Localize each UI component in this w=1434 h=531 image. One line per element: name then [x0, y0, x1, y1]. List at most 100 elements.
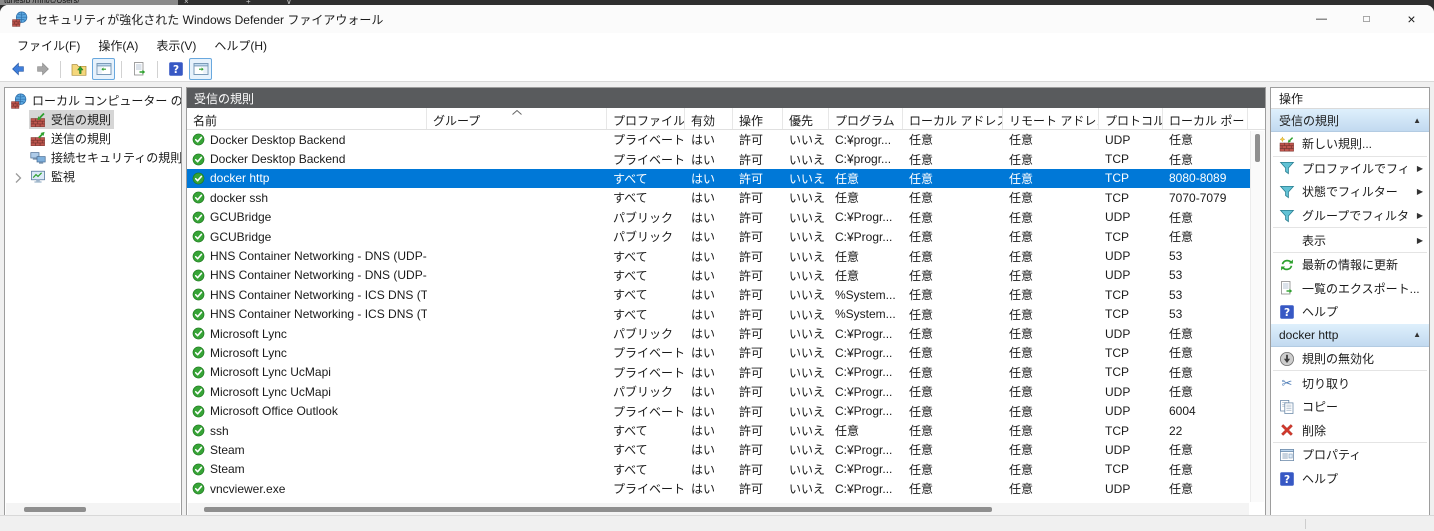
action-item-label: プロパティ — [1302, 446, 1361, 463]
close-button[interactable]: × — [1389, 5, 1434, 33]
action-item-0-2[interactable]: 状態でフィルター▶ — [1271, 180, 1429, 204]
action-item-1-0[interactable]: 規則の無効化 — [1271, 347, 1429, 371]
column-header-9[interactable]: プロトコル — [1099, 108, 1163, 129]
rule-row[interactable]: HNS Container Networking - ICS DNS (TC..… — [187, 305, 1250, 324]
column-header-5[interactable]: 優先 — [783, 108, 829, 129]
toolbar-up-level-button[interactable] — [67, 58, 90, 80]
rule-row[interactable]: docker httpすべてはい許可いいえ任意任意任意TCP8080-8089 — [187, 169, 1250, 188]
rule-cell: TCP — [1099, 152, 1163, 166]
rule-cell: はい — [685, 403, 733, 420]
disable-rule-icon — [1279, 351, 1295, 367]
column-header-3[interactable]: 有効 — [685, 108, 733, 129]
menu-item-3[interactable]: ヘルプ(H) — [205, 34, 276, 57]
rule-cell: 許可 — [733, 364, 783, 381]
column-header-10[interactable]: ローカル ポート — [1163, 108, 1248, 129]
cell-text: はい — [691, 288, 715, 302]
collapse-icon[interactable]: ▲ — [1413, 116, 1421, 125]
rule-enabled-icon — [192, 405, 205, 418]
rule-row[interactable]: Docker Desktop Backendプライベート,...はい許可いいえC… — [187, 130, 1250, 149]
list-vertical-scrollbar[interactable] — [1250, 131, 1264, 502]
rule-cell: 任意 — [1003, 461, 1099, 478]
cell-text: 任意 — [1009, 463, 1033, 477]
toolbar-back-button[interactable] — [6, 58, 29, 80]
rule-row[interactable]: Microsoft Lync UcMapiプライベート,...はい許可いいえC:… — [187, 363, 1250, 382]
action-item-1-1[interactable]: ✂切り取り — [1271, 371, 1429, 395]
rule-cell: はい — [685, 248, 733, 265]
toolbar-forward-button[interactable] — [31, 58, 54, 80]
rule-row[interactable]: Steamすべてはい許可いいえC:¥Progr...任意任意UDP任意 — [187, 440, 1250, 459]
list-horizontal-scrollbar-thumb[interactable] — [204, 507, 992, 512]
cell-text: 任意 — [1009, 230, 1033, 244]
action-item-0-3[interactable]: グループでフィルター▶ — [1271, 204, 1429, 228]
rule-row[interactable]: Docker Desktop Backendプライベート,...はい許可いいえC… — [187, 149, 1250, 168]
cell-text: いいえ — [789, 269, 825, 283]
collapse-icon[interactable]: ▲ — [1413, 330, 1421, 339]
sidebar-item-inbound-rules[interactable]: 受信の規則 — [5, 110, 181, 129]
action-item-0-7[interactable]: ?ヘルプ — [1271, 300, 1429, 324]
rule-row[interactable]: docker sshすべてはい許可いいえ任意任意任意TCP7070-7079 — [187, 188, 1250, 207]
column-header-0[interactable]: 名前 — [187, 108, 427, 129]
cell-text: 任意 — [1009, 211, 1033, 225]
rule-row[interactable]: Microsoft Lyncパブリックはい許可いいえC:¥Progr...任意任… — [187, 324, 1250, 343]
rule-enabled-icon — [192, 346, 205, 359]
rule-row[interactable]: GCUBridgeパブリックはい許可いいえC:¥Progr...任意任意TCP任… — [187, 227, 1250, 246]
rule-row[interactable]: Microsoft Lync UcMapiパブリックはい許可いいえC:¥Prog… — [187, 382, 1250, 401]
column-header-8[interactable]: リモート アドレス — [1003, 108, 1099, 129]
action-item-label: 状態でフィルター — [1302, 183, 1398, 200]
rule-row[interactable]: Microsoft Office Outlookプライベート,...はい許可いい… — [187, 401, 1250, 420]
submenu-arrow-icon: ▶ — [1417, 211, 1423, 220]
action-item-1-3[interactable]: 削除 — [1271, 419, 1429, 443]
toolbar-help-button[interactable]: ? — [164, 58, 187, 80]
rule-row[interactable]: HNS Container Networking - ICS DNS (TC..… — [187, 285, 1250, 304]
rule-row[interactable]: GCUBridgeパブリックはい許可いいえC:¥Progr...任意任意UDP任… — [187, 208, 1250, 227]
sidebar-item-monitoring[interactable]: 監視 — [5, 167, 181, 186]
action-section-header-1[interactable]: docker http▲ — [1271, 324, 1429, 347]
toolbar-export-list-button[interactable] — [128, 58, 151, 80]
rule-row[interactable]: Microsoft Lyncプライベート,...はい許可いいえC:¥Progr.… — [187, 343, 1250, 362]
column-header-7[interactable]: ローカル アドレス — [903, 108, 1003, 129]
firewall-icon — [11, 93, 27, 109]
action-section-header-0[interactable]: 受信の規則▲ — [1271, 109, 1429, 132]
folder-up-icon — [71, 61, 87, 77]
rule-cell: はい — [685, 286, 733, 303]
rules-list-panel: 受信の規則 名前グループプロファイル有効操作優先プログラムローカル アドレスリモ… — [186, 87, 1266, 518]
action-item-1-5[interactable]: ?ヘルプ — [1271, 467, 1429, 491]
menu-item-1[interactable]: 操作(A) — [89, 34, 147, 57]
column-header-1[interactable]: グループ — [427, 108, 607, 129]
column-header-4[interactable]: 操作 — [733, 108, 783, 129]
menu-item-2[interactable]: 表示(V) — [147, 34, 205, 57]
rule-row[interactable]: Steamすべてはい許可いいえC:¥Progr...任意任意TCP任意 — [187, 460, 1250, 479]
action-item-1-4[interactable]: プロパティ — [1271, 443, 1429, 467]
action-item-0-6[interactable]: 一覧のエクスポート... — [1271, 277, 1429, 301]
action-item-0-4[interactable]: 表示▶ — [1271, 228, 1429, 252]
sidebar-item-chip: 接続セキュリティの規則 — [29, 148, 182, 167]
sidebar-item-connection-security[interactable]: 接続セキュリティの規則 — [5, 148, 181, 167]
rule-row[interactable]: vncviewer.exeプライベートはい許可いいえC:¥Progr...任意任… — [187, 479, 1250, 498]
action-item-0-0[interactable]: 新しい規則... — [1271, 132, 1429, 156]
sidebar-item-outbound-rules[interactable]: 送信の規則 — [5, 129, 181, 148]
minimize-button[interactable]: — — [1299, 5, 1344, 33]
action-item-0-5[interactable]: 最新の情報に更新 — [1271, 253, 1429, 277]
rule-cell: 任意 — [903, 403, 1003, 420]
sidebar-horizontal-scrollbar-thumb[interactable] — [24, 507, 86, 512]
rule-row[interactable]: HNS Container Networking - DNS (UDP-I...… — [187, 266, 1250, 285]
cell-text: いいえ — [789, 482, 825, 496]
svg-text:?: ? — [1284, 474, 1290, 486]
rule-cell: すべて — [607, 248, 685, 265]
action-item-0-1[interactable]: プロファイルでフィルター▶ — [1271, 157, 1429, 181]
toolbar-show-action-pane-button[interactable] — [189, 58, 212, 80]
maximize-button[interactable]: □ — [1344, 5, 1389, 33]
menu-item-0[interactable]: ファイル(F) — [8, 34, 89, 57]
rule-row[interactable]: sshすべてはい許可いいえ任意任意任意TCP22 — [187, 421, 1250, 440]
column-header-2[interactable]: プロファイル — [607, 108, 685, 129]
rule-cell: いいえ — [783, 461, 829, 478]
cell-text: 任意 — [1009, 327, 1033, 341]
tree-root-local-computer[interactable]: ローカル コンピューター のセキュリテ — [5, 91, 181, 110]
toolbar-show-console-tree-button[interactable] — [92, 58, 115, 80]
list-vertical-scrollbar-thumb[interactable] — [1255, 134, 1260, 162]
cell-text: UDP — [1105, 210, 1130, 224]
action-item-1-2[interactable]: コピー — [1271, 395, 1429, 419]
rule-name-cell: GCUBridge — [187, 210, 427, 224]
rule-row[interactable]: HNS Container Networking - DNS (UDP-I...… — [187, 246, 1250, 265]
column-header-6[interactable]: プログラム — [829, 108, 903, 129]
